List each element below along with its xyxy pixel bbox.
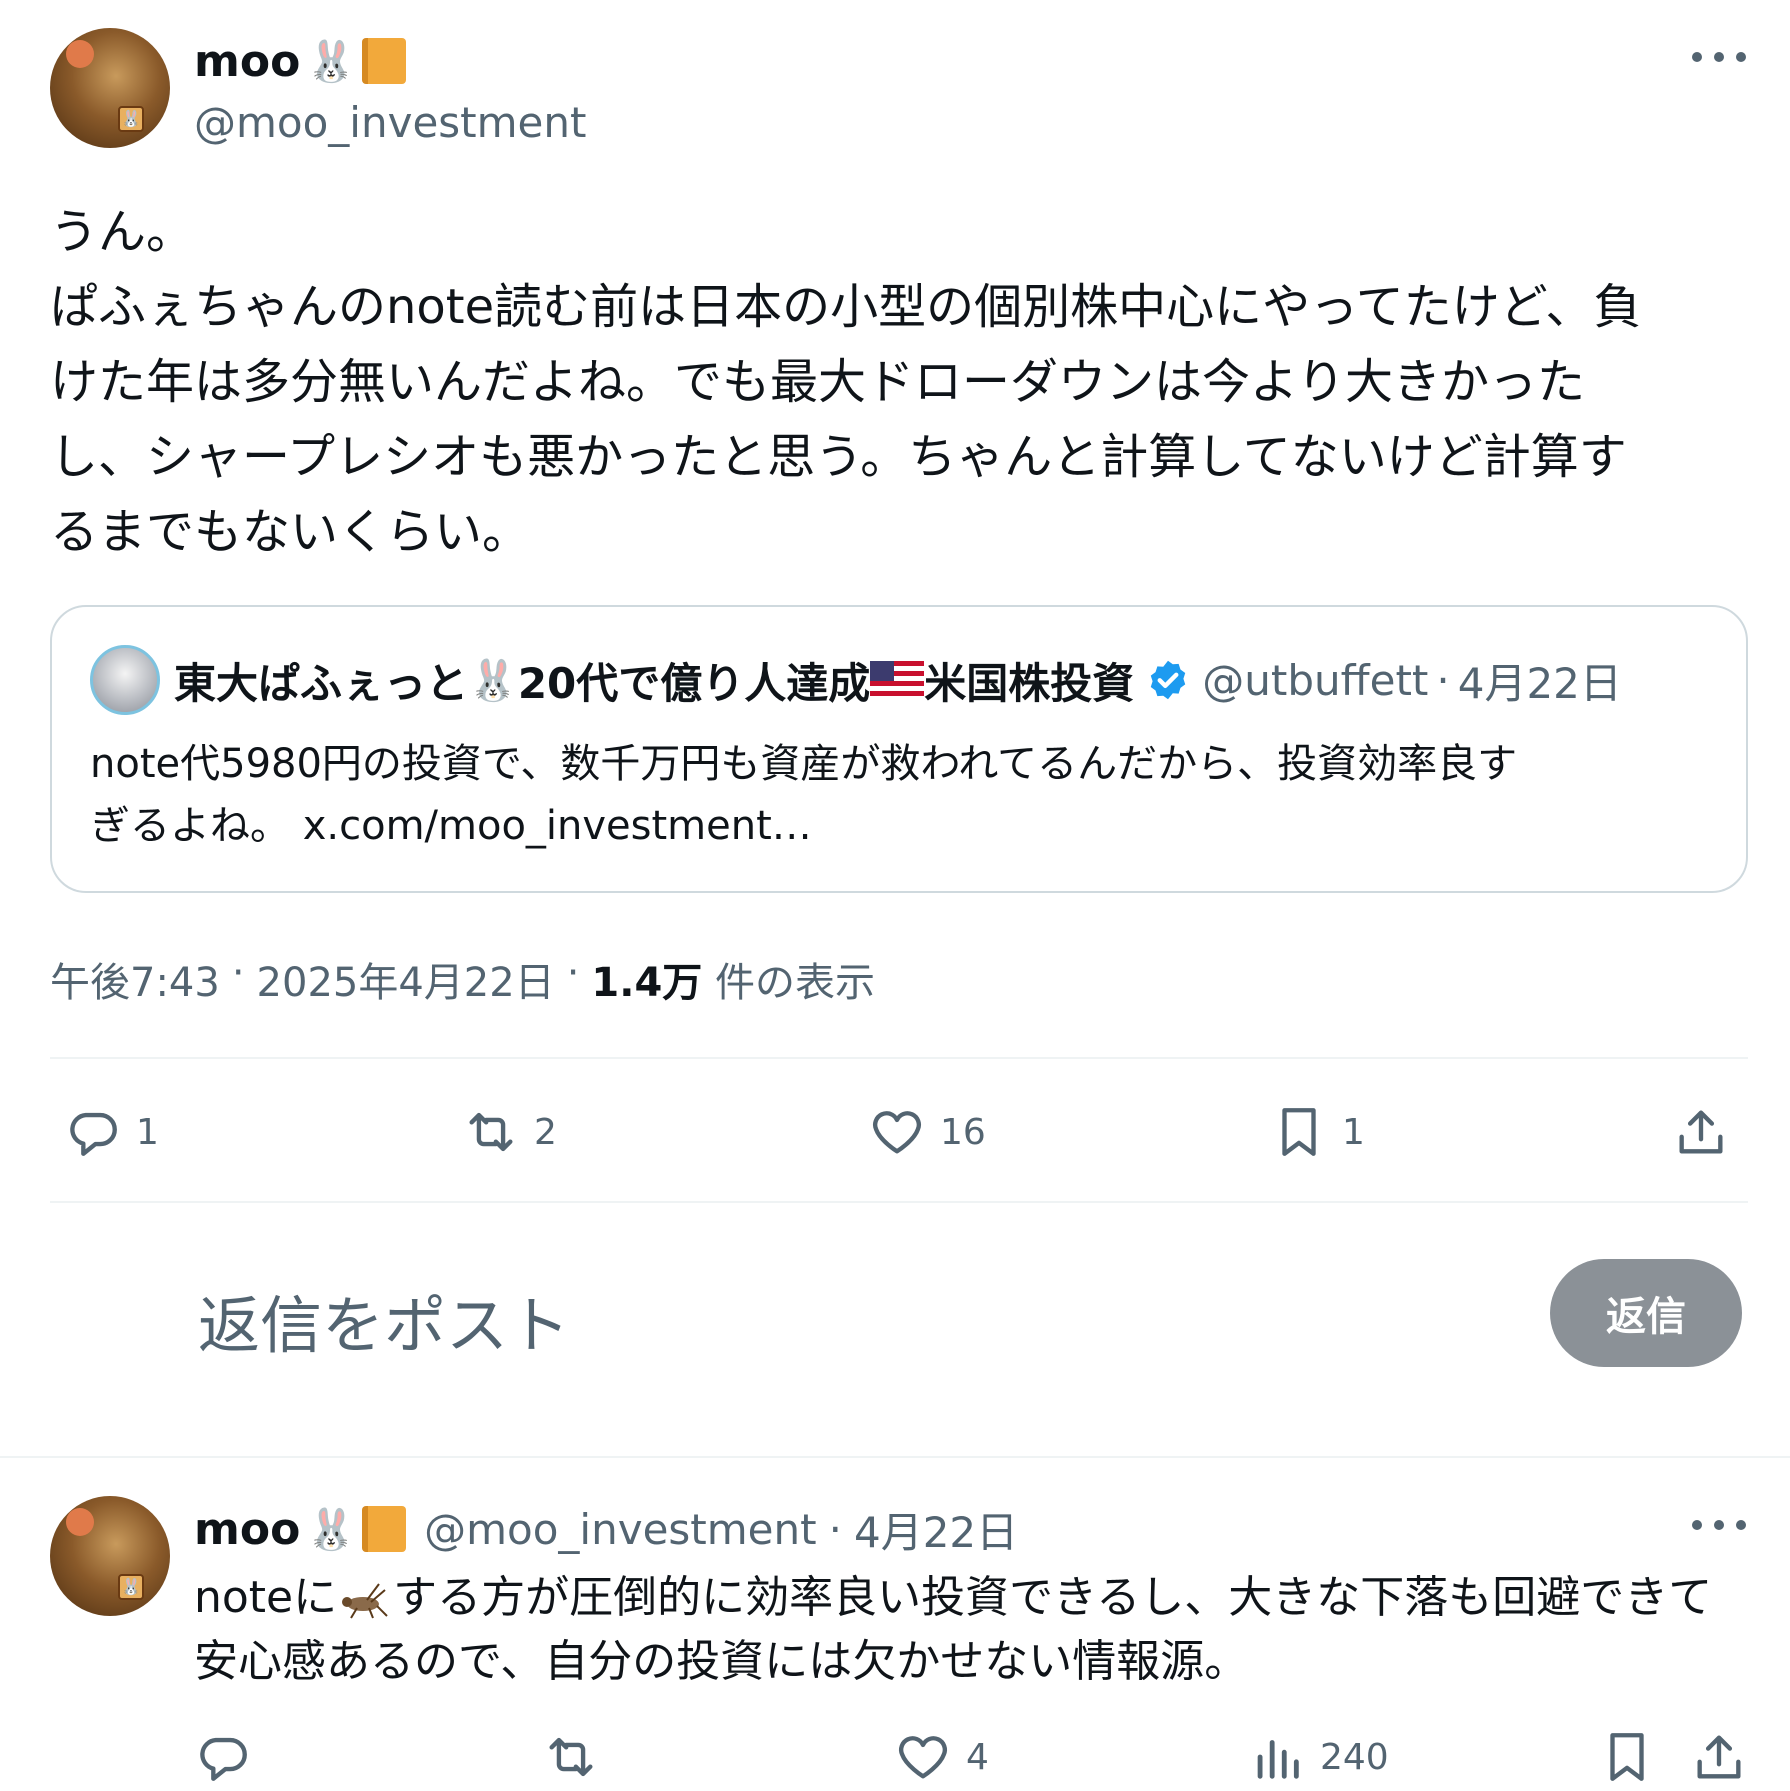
quoted-author-name-part: 20代で億り人達成: [517, 658, 871, 708]
bookmark-icon: [1282, 1108, 1316, 1156]
post-time[interactable]: 午後7:43: [50, 950, 220, 1008]
reply-composer-input[interactable]: 返信をポスト: [198, 1275, 570, 1365]
separator: ·: [231, 950, 245, 996]
divider: [50, 1201, 1748, 1203]
rabbit-icon: 🐰: [306, 1506, 357, 1553]
avatar-balloon: [66, 1508, 94, 1536]
reply-views-action[interactable]: 240: [1248, 1728, 1389, 1786]
bookmark-icon: [1610, 1733, 1644, 1781]
post-metadata: 午後7:43 · 2025年4月22日 · 1.4万 件の表示: [50, 950, 875, 1008]
quoted-author-row: 東大ぱふぇっと 🐰 20代で億り人達成 米国株投資 @utbuffett · 4…: [174, 651, 1622, 709]
author-avatar[interactable]: 🐰: [50, 28, 170, 148]
more-options-icon[interactable]: [1692, 47, 1746, 67]
quoted-author-name[interactable]: 東大ぱふぇっと: [174, 650, 468, 711]
like-count: 16: [940, 1111, 986, 1153]
reply-date[interactable]: 4月22日: [854, 1499, 1018, 1560]
reply-text-part: する方が圧倒的に効率良い投資できるし、大きな下落も回避できて: [393, 1572, 1713, 1623]
reply-text-line: 安心感あるので、自分の投資には欠かせない情報源。: [194, 1636, 1249, 1687]
views-number: 1.4万: [591, 960, 703, 1006]
post-text-line: ぱふぇちゃんのnote読む前は日本の小型の個別株中心にやってたけど、負: [50, 279, 1642, 335]
quoted-text-line: note代5980円の投資で、数千万円も資産が救われてるんだから、投資効率良す: [90, 741, 1518, 787]
section-divider: [0, 1456, 1790, 1458]
separator: ·: [1436, 655, 1450, 705]
reply-author-name[interactable]: moo: [194, 1504, 300, 1555]
reply-text: noteに する方が圧倒的に効率良い投資できるし、大きな下落も回避できて 安心感あ…: [194, 1566, 1754, 1694]
reply-icon: [70, 1112, 117, 1156]
post-text-line: うん。: [50, 204, 195, 260]
avatar-tag: 🐰: [118, 1574, 144, 1600]
us-flag-icon: [870, 661, 925, 699]
quoted-post-date[interactable]: 4月22日: [1458, 650, 1622, 711]
post-text: うん。 ぱふぇちゃんのnote読む前は日本の小型の個別株中心にやってたけど、負 …: [50, 195, 1750, 570]
quoted-post-card[interactable]: 東大ぱふぇっと 🐰 20代で億り人達成 米国株投資 @utbuffett · 4…: [50, 605, 1748, 893]
reply-reply-action[interactable]: [194, 1728, 252, 1786]
rabbit-icon: 🐰: [306, 38, 357, 85]
share-icon: [1679, 1110, 1723, 1154]
like-action[interactable]: 16: [868, 1103, 986, 1161]
reply-author-avatar[interactable]: 🐰: [50, 1496, 170, 1616]
cricket-icon: [342, 1583, 388, 1619]
separator: ·: [566, 950, 580, 996]
separator: ·: [828, 1504, 842, 1554]
reply-more-options-icon[interactable]: [1692, 1515, 1746, 1535]
verified-badge-icon: [1151, 660, 1186, 700]
notebook-icon: [362, 38, 407, 84]
divider: [50, 1057, 1748, 1059]
post-text-line: けた年は多分無いんだよね。でも最大ドローダウンは今より大きかった: [50, 354, 1586, 410]
reply-like-action[interactable]: 4: [894, 1728, 989, 1786]
quoted-text-line: ぎるよね。 x.com/moo_investment…: [90, 803, 812, 849]
quoted-author-avatar[interactable]: [90, 645, 160, 715]
reply-views-count: 240: [1320, 1736, 1389, 1778]
bookmark-action[interactable]: 1: [1270, 1103, 1365, 1161]
reply-icon: [200, 1737, 247, 1781]
repost-icon: [469, 1112, 513, 1152]
heart-icon: [872, 1111, 922, 1154]
reply-text-line: noteに する方が圧倒的に効率良い投資できるし、大きな下落も回避できて: [194, 1566, 1754, 1630]
bookmark-count: 1: [1342, 1111, 1365, 1153]
reply-share-action[interactable]: [1690, 1728, 1748, 1786]
repost-count: 2: [534, 1111, 557, 1153]
share-icon: [1697, 1735, 1741, 1779]
notebook-icon: [362, 1506, 407, 1552]
reply-action[interactable]: 1: [64, 1103, 159, 1161]
share-action[interactable]: [1672, 1103, 1730, 1161]
author-name[interactable]: moo: [194, 36, 300, 87]
rabbit-icon: 🐰: [468, 657, 518, 704]
repost-icon: [549, 1737, 593, 1777]
quoted-post-text: note代5980円の投資で、数千万円も資産が救われてるんだから、投資効率良す …: [90, 733, 1710, 857]
author-handle[interactable]: @moo_investment: [194, 98, 586, 147]
reply-like-count: 4: [966, 1736, 989, 1778]
views-count[interactable]: 1.4万 件の表示: [591, 950, 875, 1008]
avatar-tag: 🐰: [118, 106, 144, 132]
post-text-line: し、シャープレシオも悪かったと思う。ちゃんと計算してないけど計算す: [50, 429, 1627, 485]
post-date[interactable]: 2025年4月22日: [257, 950, 555, 1008]
quoted-author-handle[interactable]: @utbuffett: [1202, 656, 1428, 705]
reply-author-handle[interactable]: @moo_investment: [424, 1505, 816, 1554]
analytics-icon: [1257, 1740, 1299, 1779]
views-label: 件の表示: [715, 960, 875, 1006]
reply-bookmark-action[interactable]: [1598, 1728, 1656, 1786]
repost-action[interactable]: 2: [462, 1103, 557, 1161]
reply-author-row: moo 🐰 @moo_investment · 4月22日: [194, 1498, 1018, 1560]
reply-repost-action[interactable]: [542, 1728, 600, 1786]
author-name-row[interactable]: moo 🐰: [194, 30, 407, 92]
reply-text-part: noteに: [194, 1572, 338, 1623]
reply-count: 1: [136, 1111, 159, 1153]
heart-icon: [898, 1736, 948, 1779]
quoted-author-name-part: 米国株投資: [924, 658, 1135, 708]
reply-button[interactable]: 返信: [1550, 1259, 1742, 1367]
avatar-balloon: [66, 40, 94, 68]
post-text-line: るまでもないくらい。: [50, 504, 531, 560]
